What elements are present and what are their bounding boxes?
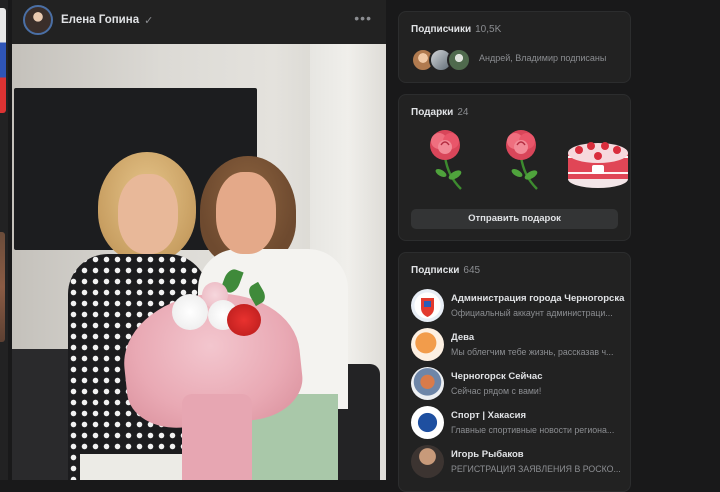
author-avatar[interactable]: [23, 5, 53, 35]
gifts-card: Подарки 24 Отправить подарок: [398, 94, 631, 241]
group-description: РЕГИСТРАЦИЯ ЗАЯВЛЕНИЯ В РОСКО...: [451, 464, 621, 474]
send-gift-button[interactable]: Отправить подарок: [411, 209, 618, 229]
flag-thumbnail[interactable]: [0, 8, 6, 113]
group-description: Главные спортивные новости региона...: [451, 425, 615, 435]
subscribers-title: Подписчики 10,5K: [411, 24, 502, 35]
post-card: Елена Гопина ✓ •••: [12, 0, 386, 480]
group-name[interactable]: Дева: [451, 332, 474, 343]
group-name[interactable]: Игорь Рыбаков: [451, 449, 524, 460]
rose-gift-icon[interactable]: [417, 127, 473, 193]
list-item[interactable]: Спорт | Хакасия Главные спортивные новос…: [411, 406, 626, 442]
post-photo[interactable]: [12, 44, 386, 480]
group-description: Официальный аккаунт администраци...: [451, 308, 613, 318]
list-item[interactable]: Дева Мы облегчим тебе жизнь, рассказав ч…: [411, 328, 626, 364]
following-title: Подписки 645: [411, 265, 481, 276]
avatar[interactable]: [447, 48, 471, 72]
subscribers-text: Андрей, Владимир подписаны: [479, 53, 607, 63]
subscriber-avatars[interactable]: [411, 48, 471, 72]
subscribers-card[interactable]: Подписчики 10,5K Андрей, Владимир подписа…: [398, 11, 631, 83]
group-avatar[interactable]: [411, 289, 444, 322]
group-description: Сейчас рядом с вами!: [451, 386, 542, 396]
group-avatar[interactable]: [411, 328, 444, 361]
subscribers-count: 10,5K: [475, 24, 502, 35]
group-name[interactable]: Спорт | Хакасия: [451, 410, 526, 421]
cake-gift-icon[interactable]: [567, 127, 628, 193]
following-card: Подписки 645 Администрация города Черного…: [398, 252, 631, 492]
verified-icon: ✓: [144, 14, 154, 27]
group-avatar[interactable]: [411, 406, 444, 439]
post-header: Елена Гопина ✓ •••: [12, 0, 386, 40]
rose-gift-icon[interactable]: [493, 127, 549, 193]
list-item[interactable]: Черногорск Сейчас Сейчас рядом с вами!: [411, 367, 626, 403]
group-avatar[interactable]: [411, 367, 444, 400]
following-count: 645: [463, 265, 481, 276]
list-item[interactable]: Игорь Рыбаков РЕГИСТРАЦИЯ ЗАЯВЛЕНИЯ В РО…: [411, 445, 626, 481]
more-options-icon[interactable]: •••: [354, 10, 372, 26]
group-name[interactable]: Администрация города Черногорска: [451, 293, 624, 304]
story-thumbnail[interactable]: [0, 232, 5, 342]
gifts-title: Подарки 24: [411, 107, 469, 118]
gifts-count: 24: [457, 107, 469, 118]
group-description: Мы облегчим тебе жизнь, рассказав ч...: [451, 347, 614, 357]
left-edge-strip: [0, 0, 8, 480]
group-name[interactable]: Черногорск Сейчас: [451, 371, 542, 382]
group-avatar[interactable]: [411, 445, 444, 478]
list-item[interactable]: Администрация города Черногорска Официал…: [411, 289, 626, 325]
author-name[interactable]: Елена Гопина: [61, 14, 139, 26]
